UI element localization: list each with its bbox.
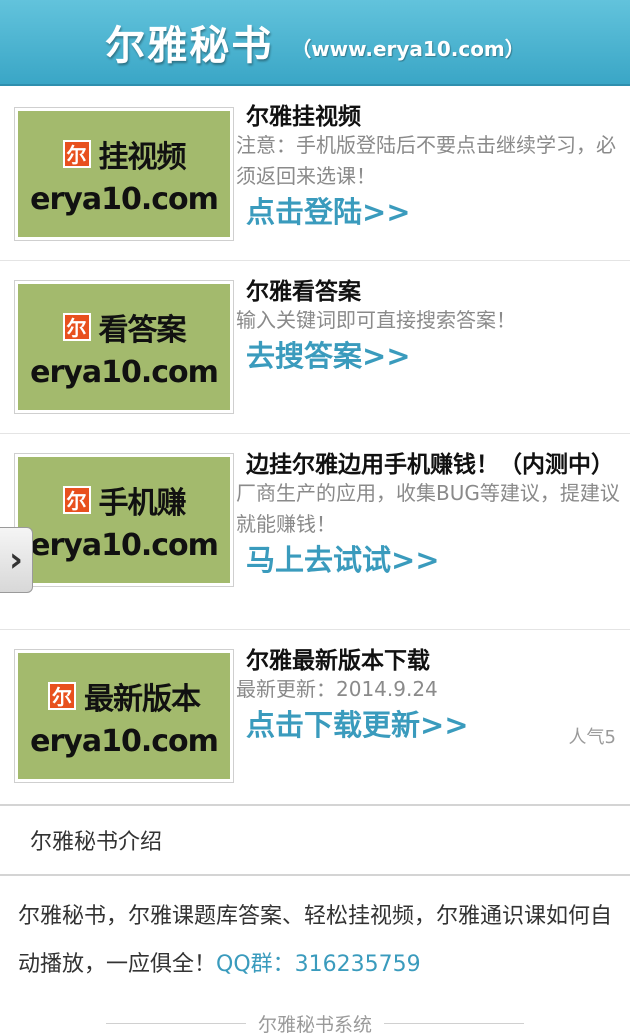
thumbnail-image[interactable]: 尔 最新版本 erya10.com: [14, 649, 234, 783]
list-item[interactable]: 尔 看答案 erya10.com 尔雅看答案 输入关键词即可直接搜索答案！ 去搜…: [0, 261, 630, 434]
thumbnail-label: 看答案: [98, 312, 187, 348]
chevron-right-icon[interactable]: ›: [0, 527, 33, 593]
app-header: 尔雅秘书 （www.erya10.com）: [0, 0, 630, 86]
thumbnail-image[interactable]: 尔 看答案 erya10.com: [14, 280, 234, 414]
site-url[interactable]: （www.erya10.com）: [291, 33, 525, 62]
list-item[interactable]: 尔 最新版本 erya10.com 尔雅最新版本下载 最新更新：2014.9.2…: [0, 630, 630, 802]
item-title[interactable]: 尔雅挂视频: [236, 104, 620, 130]
thumbnail-label: 手机赚: [98, 485, 187, 521]
item-title[interactable]: 边挂尔雅边用手机赚钱！（内测中）: [236, 452, 620, 478]
try-now-link[interactable]: 马上去试试>>: [236, 540, 620, 580]
footer-text: 尔雅秘书系统: [257, 1014, 372, 1035]
erya-logo-icon: 尔: [62, 312, 91, 341]
intro-text: 尔雅秘书，尔雅课题库答案、轻松挂视频，尔雅通识课如何自动播放，一应俱全！QQ群：…: [18, 893, 618, 989]
footer: 尔雅秘书系统: [0, 1010, 630, 1035]
qq-group-link[interactable]: QQ群：316235759: [216, 952, 421, 977]
login-link[interactable]: 点击登陆>>: [236, 192, 620, 232]
thumbnail-domain: erya10.com: [30, 354, 219, 390]
download-update-link[interactable]: 点击下载更新>>: [236, 705, 620, 745]
divider: [384, 1023, 524, 1024]
thumbnail-domain: erya10.com: [30, 723, 219, 759]
item-description: 输入关键词即可直接搜索答案！: [236, 308, 516, 332]
thumbnail-domain: erya10.com: [30, 527, 219, 563]
popularity-count: 人气5: [568, 727, 616, 748]
thumbnail-image[interactable]: 尔 挂视频 erya10.com: [14, 107, 234, 241]
erya-logo-icon: 尔: [48, 681, 76, 710]
thumbnail-image[interactable]: 尔 手机赚 erya10.com: [14, 453, 234, 587]
list-item[interactable]: 尔 挂视频 erya10.com 尔雅挂视频 注意：手机版登陆后不要点击继续学习…: [0, 86, 630, 261]
app-title: 尔雅秘书: [105, 23, 274, 69]
list-item[interactable]: 尔 手机赚 erya10.com 边挂尔雅边用手机赚钱！（内测中） 厂商生产的应…: [0, 434, 630, 630]
feature-list: 尔 挂视频 erya10.com 尔雅挂视频 注意：手机版登陆后不要点击继续学习…: [0, 86, 630, 802]
erya-logo-icon: 尔: [62, 139, 91, 168]
search-answers-link[interactable]: 去搜答案>>: [236, 336, 620, 376]
divider: [105, 1023, 246, 1024]
item-title[interactable]: 尔雅最新版本下载: [236, 648, 620, 674]
erya-logo-icon: 尔: [62, 485, 91, 514]
item-description: 厂商生产的应用，收集BUG等建议，提建议就能赚钱！: [236, 481, 620, 536]
item-description: 最新更新：2014.9.24: [236, 677, 438, 701]
item-description: 注意：手机版登陆后不要点击继续学习，必须返回来选课！: [236, 133, 616, 188]
thumbnail-domain: erya10.com: [30, 181, 219, 217]
thumbnail-label: 最新版本: [84, 681, 201, 717]
item-title[interactable]: 尔雅看答案: [236, 279, 620, 305]
section-title: 尔雅秘书介绍: [0, 804, 630, 876]
thumbnail-label: 挂视频: [98, 139, 187, 175]
